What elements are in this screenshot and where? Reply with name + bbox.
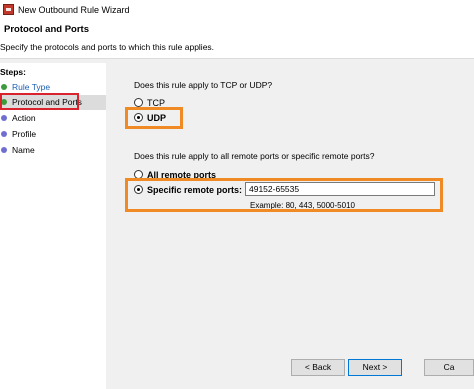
cancel-button[interactable]: Ca xyxy=(424,359,474,376)
step-label: Profile xyxy=(12,129,37,139)
firewall-app-icon xyxy=(3,4,14,15)
wizard-header: Protocol and Ports Specify the protocols… xyxy=(0,20,474,59)
red-highlight-box xyxy=(0,93,79,110)
steps-panel: Steps: Rule Type Protocol and Ports Acti… xyxy=(0,63,106,389)
title-bar: New Outbound Rule Wizard xyxy=(0,0,474,21)
step-profile: Profile xyxy=(0,127,106,142)
step-label: Action xyxy=(12,113,36,123)
orange-highlight-specific-ports xyxy=(125,178,443,212)
protocol-question: Does this rule apply to TCP or UDP? xyxy=(134,80,273,90)
page-subtitle: Specify the protocols and ports to which… xyxy=(0,42,215,52)
step-pending-dot-icon xyxy=(1,147,7,153)
steps-label: Steps: xyxy=(0,67,26,77)
page-title: Protocol and Ports xyxy=(4,24,89,35)
back-button[interactable]: < Back xyxy=(291,359,345,376)
window-title: New Outbound Rule Wizard xyxy=(18,5,130,15)
step-pending-dot-icon xyxy=(1,131,7,137)
step-done-dot-icon xyxy=(1,84,7,90)
step-action: Action xyxy=(0,111,106,126)
step-name: Name xyxy=(0,143,106,158)
step-label: Name xyxy=(12,145,35,155)
step-label: Rule Type xyxy=(12,82,51,92)
next-button[interactable]: Next > xyxy=(348,359,402,376)
step-pending-dot-icon xyxy=(1,115,7,121)
ports-question: Does this rule apply to all remote ports… xyxy=(134,151,375,161)
tcp-radio[interactable] xyxy=(134,98,143,107)
orange-highlight-udp xyxy=(125,107,183,129)
